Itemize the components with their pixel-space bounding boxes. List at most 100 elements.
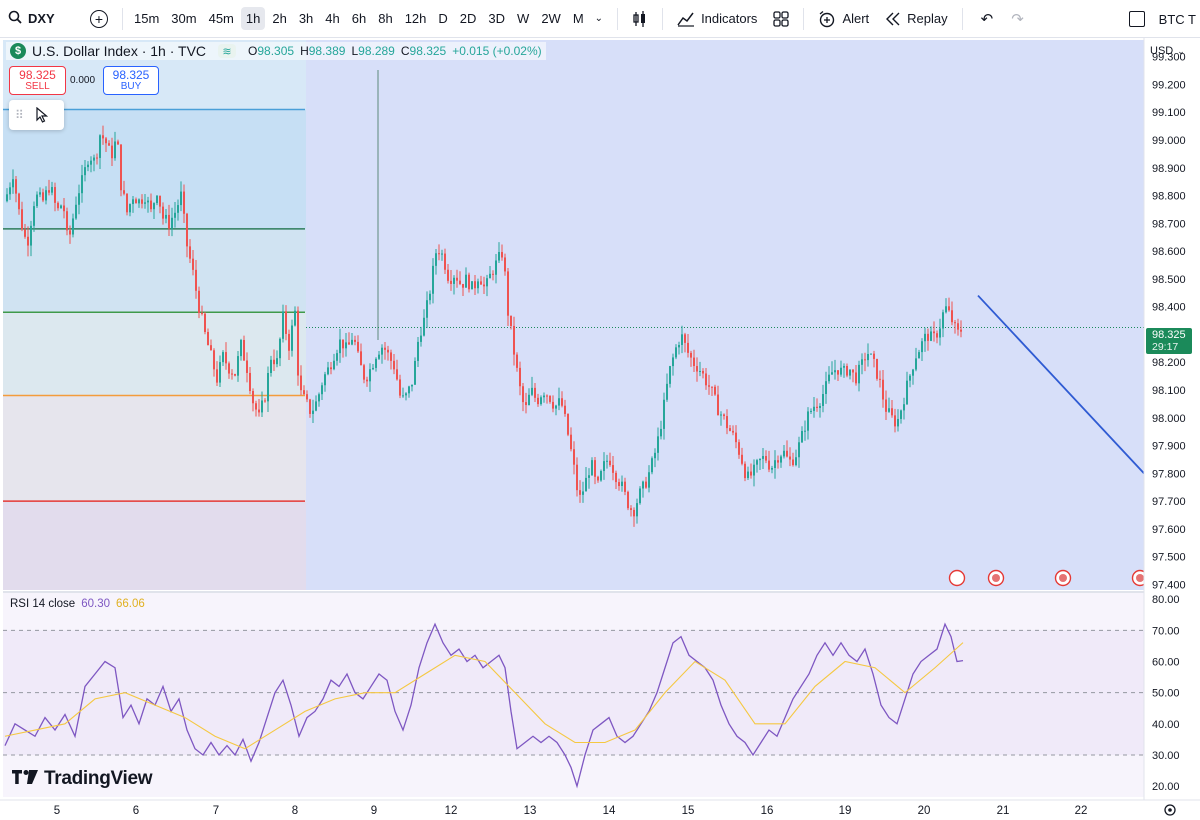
candle-body (114, 141, 116, 159)
candle-body (591, 460, 593, 476)
candle-body (96, 157, 98, 159)
buy-button[interactable]: 98.325 BUY (103, 66, 159, 95)
cursor-icon[interactable] (36, 107, 48, 123)
candle-body (396, 369, 398, 380)
compare-plus-icon[interactable]: + (90, 9, 108, 28)
interval-1h[interactable]: 1h (240, 7, 266, 30)
candle-body (63, 205, 65, 212)
us-flag-event-icon[interactable] (1054, 569, 1072, 587)
candle-body (777, 460, 779, 463)
candle-body (921, 341, 923, 353)
candle-body (444, 253, 446, 270)
drag-handle-icon[interactable]: ⠿ (15, 108, 24, 122)
rsi-ma-value: 66.06 (115, 598, 145, 610)
interval-2D[interactable]: 2D (455, 7, 482, 30)
rsi-legend[interactable]: RSI 14 close 60.30 66.06 (10, 598, 145, 610)
indicators-button[interactable]: Indicators (669, 11, 765, 27)
candle-body (723, 414, 725, 417)
candle-body (318, 394, 320, 402)
candle-body (639, 488, 641, 504)
toolbar-divider (662, 7, 664, 30)
price-tick-label: 98.800 (1152, 191, 1186, 203)
interval-group: 15m 30m 45m 1h 2h 3h 4h 6h 8h 12h D 2D 3D W 2W M (129, 7, 589, 30)
tv-logo-icon (12, 768, 38, 790)
layouts-button[interactable] (765, 10, 797, 27)
candle-body (741, 454, 743, 464)
interval-W[interactable]: W (512, 7, 534, 30)
candle-body (381, 347, 383, 355)
wave-icon[interactable]: ≋ (218, 44, 237, 58)
brand-name: TradingView (44, 768, 153, 789)
interval-4h[interactable]: 4h (320, 7, 344, 30)
ohlc-value: +0.015 (+0.02%) (452, 44, 542, 58)
candle-body (246, 360, 248, 373)
interval-2h[interactable]: 2h (267, 7, 291, 30)
candle-body (918, 352, 920, 359)
toolbar-divider (961, 7, 963, 30)
candle-body (948, 306, 950, 311)
candle-body (648, 472, 650, 488)
candle-body (51, 187, 53, 193)
candle-body (231, 373, 233, 375)
candle-body (156, 195, 158, 204)
candle-body (507, 271, 509, 316)
interval-8h[interactable]: 8h (373, 7, 397, 30)
replay-button[interactable]: Replay (877, 11, 955, 26)
candle-body (135, 199, 137, 204)
candle-body (108, 143, 110, 146)
candle-body (222, 352, 224, 363)
rsi-value: 60.30 (81, 598, 110, 610)
interval-45m[interactable]: 45m (204, 7, 239, 30)
us-flag-event-icon[interactable] (987, 569, 1005, 587)
rewind-icon (886, 12, 900, 25)
sell-button[interactable]: 98.325 SELL (9, 66, 66, 95)
interval-15m[interactable]: 15m (129, 7, 164, 30)
candle-body (876, 358, 878, 379)
interval-M[interactable]: M (568, 7, 589, 30)
candle-body (630, 508, 632, 510)
candle-body (768, 460, 770, 470)
candle-body (375, 358, 377, 368)
fib-zone-2 (3, 228, 306, 313)
event-dot (953, 574, 961, 582)
candle-body (828, 374, 830, 382)
interval-3h[interactable]: 3h (294, 7, 318, 30)
candle-body (48, 190, 50, 193)
candle-body (417, 341, 419, 361)
chart-legend[interactable]: $ U.S. Dollar Index · 1h · TVC ≋ O98.305… (6, 42, 546, 60)
candle-body (30, 225, 32, 246)
undo-icon[interactable]: ↶ (981, 10, 994, 28)
spread-value: 0.000 (70, 75, 96, 86)
candle-body (624, 481, 626, 492)
candle-body (702, 370, 704, 374)
candle-body (186, 213, 188, 247)
tradingview-logo[interactable]: TradingView (12, 768, 153, 790)
interval-6h[interactable]: 6h (347, 7, 371, 30)
checkbox[interactable] (1128, 11, 1145, 27)
symbol-search[interactable]: DXY (0, 10, 84, 27)
candle-body (930, 331, 932, 341)
redo-icon[interactable]: ↷ (1011, 10, 1024, 28)
chart-type-button[interactable] (624, 10, 656, 28)
candle-body (333, 360, 335, 370)
gear-center (1168, 808, 1172, 812)
candle-body (75, 204, 77, 219)
chevron-down-icon[interactable]: ⌄ (595, 13, 603, 24)
candle-body (189, 246, 191, 259)
currency-selector[interactable]: USD ⌄ (1150, 45, 1185, 57)
time-tick-label: 15 (682, 805, 695, 817)
interval-D[interactable]: D (433, 7, 452, 30)
alert-button[interactable]: Alert (810, 10, 877, 28)
interval-3D[interactable]: 3D (483, 7, 510, 30)
candle-body (672, 357, 674, 367)
chart-canvas[interactable]: 99.30099.20099.10099.00098.90098.80098.7… (0, 38, 1200, 820)
chart-area[interactable]: 99.300 99.200 99.100 99.000 98.900 98.800 98.7… (0, 38, 1200, 820)
lightning-event-icon[interactable] (948, 569, 966, 587)
candle-body (264, 400, 266, 402)
interval-2W[interactable]: 2W (536, 7, 566, 30)
candle-body (615, 472, 617, 483)
interval-12h[interactable]: 12h (400, 7, 432, 30)
candle-body (132, 199, 134, 205)
interval-30m[interactable]: 30m (166, 7, 201, 30)
candle-body (39, 192, 41, 195)
